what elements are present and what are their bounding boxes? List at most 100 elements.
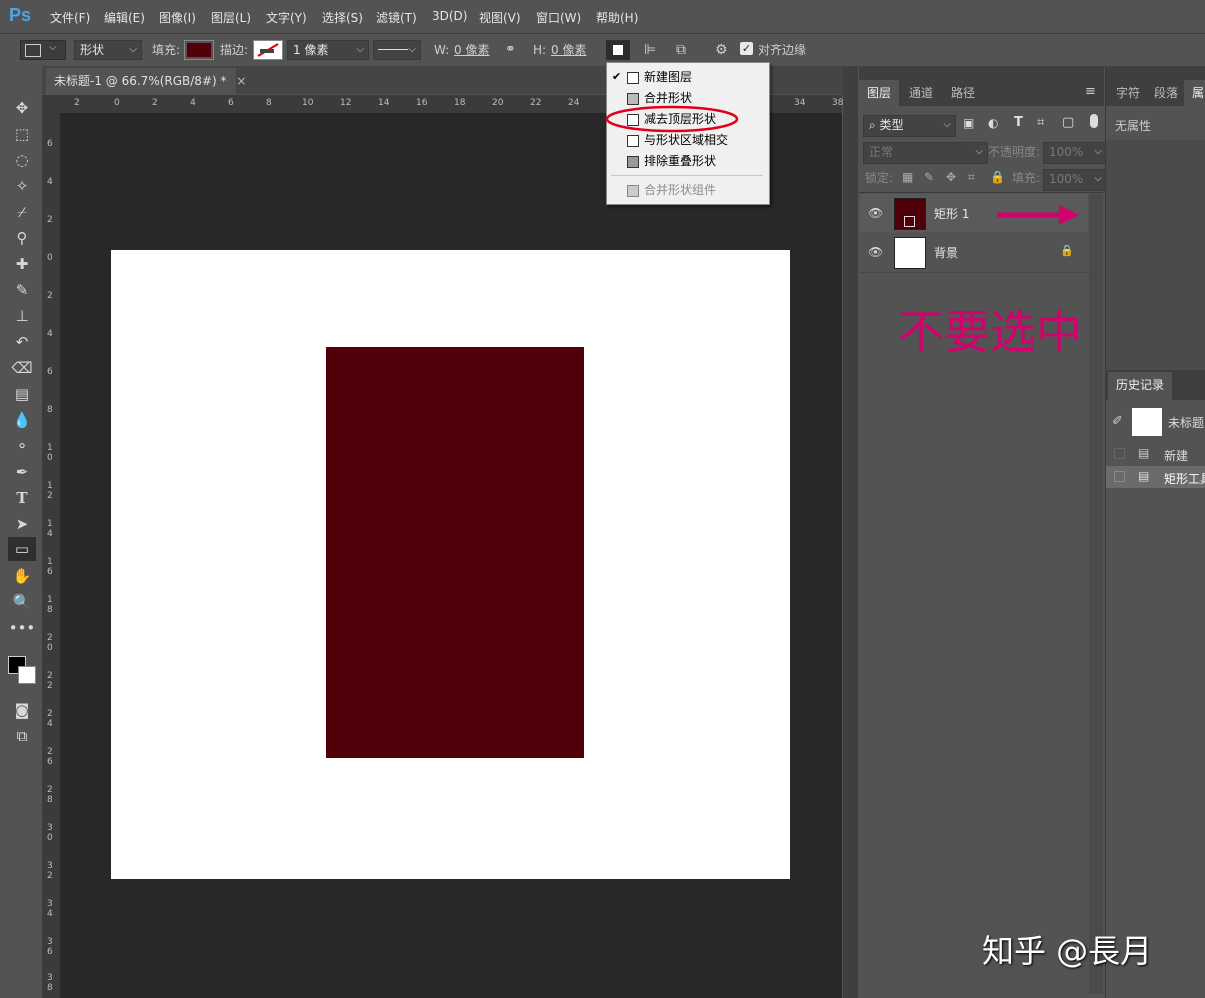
menu-3d[interactable]: 3D(D) xyxy=(432,9,467,23)
layer-name[interactable]: 矩形 1 xyxy=(934,205,969,222)
menu-layer[interactable]: 图层(L) xyxy=(211,9,251,26)
path-alignment-icon[interactable]: ⊫ xyxy=(644,40,656,60)
document-icon: ▤ xyxy=(1138,469,1150,483)
menu-filter[interactable]: 滤镜(T) xyxy=(376,9,417,26)
close-tab-icon[interactable]: × xyxy=(236,74,246,88)
layer-name[interactable]: 背景 xyxy=(934,244,958,261)
brush-tool-icon[interactable]: ✎ xyxy=(8,278,36,302)
history-item[interactable]: ▤ 矩形工具 xyxy=(1106,466,1205,488)
move-tool-icon[interactable]: ✥ xyxy=(8,96,36,120)
eyedropper-tool-icon[interactable]: ⚲ xyxy=(8,226,36,250)
document-tab[interactable]: 未标题-1 @ 66.7%(RGB/8#) * × xyxy=(46,68,246,94)
ruler-origin[interactable] xyxy=(42,95,60,113)
panel-collapse-bar[interactable] xyxy=(859,66,1104,80)
clone-stamp-tool-icon[interactable]: ⊥ xyxy=(8,304,36,328)
panel-menu-icon[interactable]: ≡ xyxy=(1085,84,1096,99)
menu-edit[interactable]: 编辑(E) xyxy=(104,9,145,26)
tab-paragraph[interactable]: 段落 xyxy=(1146,80,1186,106)
ruler-tick: 22 xyxy=(530,98,542,108)
tool-preset-picker[interactable]: ⌵ xyxy=(20,40,66,60)
tab-paths[interactable]: 路径 xyxy=(943,80,983,106)
layer-row[interactable]: 👁 背景 🔒 xyxy=(860,233,1088,271)
document-tab-title: 未标题-1 @ 66.7%(RGB/8#) * xyxy=(54,74,227,88)
menu-image[interactable]: 图像(I) xyxy=(159,9,196,26)
background-color-swatch[interactable] xyxy=(18,666,36,684)
rectangle-shape[interactable] xyxy=(326,347,584,758)
layer-filter-select[interactable]: ⌕ 类型 ⌵ xyxy=(863,115,956,137)
rectangle-tool-icon[interactable]: ▭ xyxy=(8,537,36,561)
marquee-tool-icon[interactable]: ⬚ xyxy=(8,122,36,146)
layers-scrollbar[interactable] xyxy=(1089,194,1103,994)
dodge-tool-icon[interactable]: ⚬ xyxy=(8,434,36,458)
stroke-type-select[interactable]: ⌵ xyxy=(373,40,421,60)
ruler-tick: 8 xyxy=(47,405,53,415)
tool-mode-select[interactable]: 形状 ⌵ xyxy=(74,40,142,60)
zoom-tool-icon[interactable]: 🔍 xyxy=(8,590,36,614)
quick-mask-icon[interactable]: ◙ xyxy=(8,698,36,722)
lock-pixels-icon[interactable]: ✎ xyxy=(924,170,934,184)
eraser-tool-icon[interactable]: ⌫ xyxy=(8,356,36,380)
lock-position-icon[interactable]: ✥ xyxy=(946,170,956,184)
blend-mode-select[interactable]: 正常 ⌵ xyxy=(863,142,988,164)
menu-file[interactable]: 文件(F) xyxy=(50,9,90,26)
menu-item-exclude-overlap[interactable]: 排除重叠形状 xyxy=(607,151,767,171)
align-edges-checkbox[interactable]: ✓ xyxy=(740,42,753,55)
history-item[interactable]: ▤ 新建 xyxy=(1106,443,1205,465)
menu-select[interactable]: 选择(S) xyxy=(322,9,363,26)
path-selection-tool-icon[interactable]: ➤ xyxy=(8,512,36,536)
crop-tool-icon[interactable]: ⌿ xyxy=(8,200,36,224)
lock-artboard-icon[interactable]: ⌗ xyxy=(968,170,975,185)
gear-icon[interactable]: ⚙ xyxy=(715,40,728,60)
type-tool-icon[interactable]: T xyxy=(8,486,36,510)
tab-channels[interactable]: 通道 xyxy=(901,80,941,106)
screen-mode-icon[interactable]: ⧉ xyxy=(8,724,36,748)
history-source-checkbox[interactable] xyxy=(1114,471,1125,482)
eye-icon[interactable]: 👁 xyxy=(868,245,883,259)
vertical-ruler[interactable]: 6 4 2 0 2 4 6 8 1 0 1 2 1 4 1 6 1 8 2 0 … xyxy=(42,113,61,998)
history-brush-tool-icon[interactable]: ↶ xyxy=(8,330,36,354)
tab-character[interactable]: 字符 xyxy=(1108,80,1148,106)
lock-all-icon[interactable]: 🔒 xyxy=(990,170,1005,184)
path-arrangement-icon[interactable]: ⧉ xyxy=(676,40,686,60)
tab-properties[interactable]: 属 xyxy=(1184,80,1205,106)
lock-transparent-icon[interactable]: ▦ xyxy=(902,170,913,184)
healing-brush-tool-icon[interactable]: ✚ xyxy=(8,252,36,276)
path-operations-button[interactable] xyxy=(606,40,630,60)
stroke-swatch[interactable] xyxy=(253,40,283,60)
blur-tool-icon[interactable]: 💧 xyxy=(8,408,36,432)
gradient-tool-icon[interactable]: ▤ xyxy=(8,382,36,406)
menu-view[interactable]: 视图(V) xyxy=(479,9,521,26)
pixel-filter-icon[interactable]: ▣ xyxy=(963,116,974,130)
panel-collapse-bar[interactable] xyxy=(1106,66,1205,80)
tab-history[interactable]: 历史记录 xyxy=(1108,372,1173,400)
menu-window[interactable]: 窗口(W) xyxy=(536,9,581,26)
width-field[interactable]: 0 像素 xyxy=(454,40,489,60)
pen-tool-icon[interactable]: ✒ xyxy=(8,460,36,484)
link-icon[interactable]: ⚭ xyxy=(505,40,516,60)
type-filter-icon[interactable]: T xyxy=(1014,115,1023,130)
shape-filter-icon[interactable]: ⌗ xyxy=(1037,115,1044,130)
smart-object-filter-icon[interactable]: ▢ xyxy=(1062,115,1074,130)
history-snapshot[interactable]: ✐ 未标题 xyxy=(1106,406,1205,438)
fill-swatch[interactable] xyxy=(184,40,214,60)
menu-bar: Ps 文件(F) 编辑(E) 图像(I) 图层(L) 文字(Y) 选择(S) 滤… xyxy=(0,0,1205,33)
height-field[interactable]: 0 像素 xyxy=(551,40,586,60)
properties-body xyxy=(1106,140,1205,370)
filter-toggle[interactable] xyxy=(1090,114,1098,128)
lasso-tool-icon[interactable]: ◌ xyxy=(8,148,36,172)
ruler-tick: 1 6 xyxy=(47,557,53,577)
menu-help[interactable]: 帮助(H) xyxy=(596,9,638,26)
history-source-checkbox[interactable] xyxy=(1114,448,1125,459)
stroke-width-field[interactable]: 1 像素 ⌵ xyxy=(287,40,369,60)
menu-type[interactable]: 文字(Y) xyxy=(266,9,307,26)
menu-item-new-layer[interactable]: ✔ 新建图层 xyxy=(607,67,767,87)
height-label: H: xyxy=(533,43,547,57)
hand-tool-icon[interactable]: ✋ xyxy=(8,564,36,588)
adjustment-filter-icon[interactable]: ◐ xyxy=(988,116,998,130)
more-tools-icon[interactable]: ••• xyxy=(8,616,36,640)
eye-icon[interactable]: 👁 xyxy=(868,206,883,220)
tab-layers[interactable]: 图层 xyxy=(859,80,900,106)
opacity-field[interactable]: 100% ⌵ xyxy=(1043,142,1107,164)
magic-wand-tool-icon[interactable]: ✧ xyxy=(8,174,36,198)
fill-field[interactable]: 100% ⌵ xyxy=(1043,169,1107,191)
